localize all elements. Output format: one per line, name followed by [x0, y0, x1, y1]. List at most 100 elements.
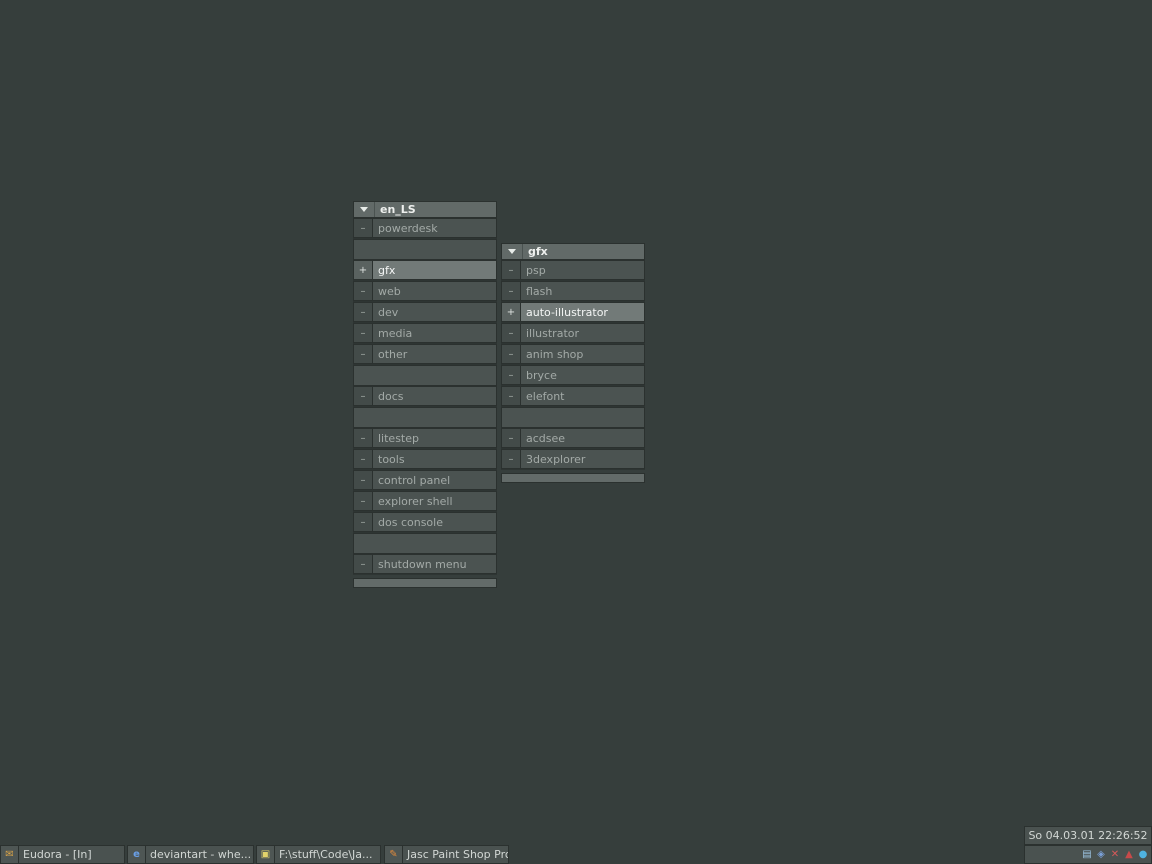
submenu-title-bar[interactable]: gfx	[501, 243, 645, 260]
menu-item-elefont[interactable]: – elefont	[501, 386, 645, 407]
menu-items: – powerdesk + gfx – web – dev – media – other – docs –…	[353, 218, 497, 575]
task-button-paint-shop-pro[interactable]: ✎ Jasc Paint Shop Pro	[384, 845, 509, 864]
menu-item-label: other	[373, 344, 497, 364]
menu-item-label: anim shop	[521, 344, 645, 364]
item-dash-icon: –	[353, 554, 373, 574]
menu-item-label: auto-illustrator	[521, 302, 645, 322]
menu-item-control-panel[interactable]: – control panel	[353, 470, 497, 491]
item-dash-icon: –	[353, 386, 373, 406]
menu-separator	[353, 365, 497, 386]
submenu-plus-icon: +	[501, 302, 521, 322]
menu-item-label: psp	[521, 260, 645, 280]
task-label: F:\stuff\Code\Ja...	[275, 845, 381, 864]
menu-item-label: acdsee	[521, 428, 645, 448]
menu-item-flash[interactable]: – flash	[501, 281, 645, 302]
menu-item-dos-console[interactable]: – dos console	[353, 512, 497, 533]
menu-item-shutdown-menu[interactable]: – shutdown menu	[353, 554, 497, 575]
menu-item-label: 3dexplorer	[521, 449, 645, 469]
menu-item-label: flash	[521, 281, 645, 301]
item-dash-icon: –	[353, 344, 373, 364]
menu-collapse-icon[interactable]	[502, 244, 523, 259]
item-dash-icon: –	[501, 260, 521, 280]
menu-item-label: illustrator	[521, 323, 645, 343]
menu-item-label: docs	[373, 386, 497, 406]
task-button-eudora[interactable]: ✉ Eudora - [In]	[0, 845, 125, 864]
menu-item-dev[interactable]: – dev	[353, 302, 497, 323]
menu-item-other[interactable]: – other	[353, 344, 497, 365]
menu-item-label: powerdesk	[373, 218, 497, 238]
menu-item-label: control panel	[373, 470, 497, 490]
menu-item-label: media	[373, 323, 497, 343]
menu-item-litestep[interactable]: – litestep	[353, 428, 497, 449]
menu-item-label: bryce	[521, 365, 645, 385]
menu-footer	[353, 578, 497, 588]
popup-menu-main: en_LS – powerdesk + gfx – web – dev – media – other…	[353, 201, 497, 588]
item-dash-icon: –	[501, 344, 521, 364]
menu-item-label: web	[373, 281, 497, 301]
menu-item-anim-shop[interactable]: – anim shop	[501, 344, 645, 365]
menu-separator	[501, 407, 645, 428]
volume-tray-icon[interactable]: ◈	[1095, 849, 1107, 861]
antivirus-tray-icon[interactable]: ▲	[1123, 849, 1135, 861]
menu-separator	[353, 239, 497, 260]
menu-item-tools[interactable]: – tools	[353, 449, 497, 470]
item-dash-icon: –	[353, 449, 373, 469]
menu-item-label: dos console	[373, 512, 497, 532]
item-dash-icon: –	[501, 386, 521, 406]
internet-explorer-icon: e	[127, 845, 146, 864]
menu-item-label: dev	[373, 302, 497, 322]
folder-icon: ▣	[256, 845, 275, 864]
menu-separator	[353, 533, 497, 554]
item-dash-icon: –	[501, 428, 521, 448]
submenu-title: gfx	[528, 245, 548, 258]
item-dash-icon: –	[353, 281, 373, 301]
menu-title: en_LS	[380, 203, 416, 216]
task-label: Jasc Paint Shop Pro	[403, 845, 509, 864]
task-label: Eudora - [In]	[19, 845, 125, 864]
item-dash-icon: –	[501, 281, 521, 301]
desktop: en_LS – powerdesk + gfx – web – dev – media – other…	[0, 0, 1152, 864]
menu-item-label: gfx	[373, 260, 497, 280]
system-tray: ▤ ◈ ✕ ▲ ●	[1024, 845, 1152, 864]
eudora-icon: ✉	[0, 845, 19, 864]
item-dash-icon: –	[353, 470, 373, 490]
menu-item-label: explorer shell	[373, 491, 497, 511]
menu-item-label: shutdown menu	[373, 554, 497, 574]
paint-shop-pro-icon: ✎	[384, 845, 403, 864]
submenu-plus-icon: +	[353, 260, 373, 280]
globe-tray-icon[interactable]: ●	[1137, 849, 1149, 861]
item-dash-icon: –	[353, 491, 373, 511]
menu-item-bryce[interactable]: – bryce	[501, 365, 645, 386]
menu-item-psp[interactable]: – psp	[501, 260, 645, 281]
menu-item-explorer-shell[interactable]: – explorer shell	[353, 491, 497, 512]
menu-item-label: litestep	[373, 428, 497, 448]
task-button-explorer[interactable]: ▣ F:\stuff\Code\Ja...	[256, 845, 381, 864]
menu-item-docs[interactable]: – docs	[353, 386, 497, 407]
tools-tray-icon[interactable]: ✕	[1109, 849, 1121, 861]
menu-item-illustrator[interactable]: – illustrator	[501, 323, 645, 344]
item-dash-icon: –	[353, 428, 373, 448]
menu-item-label: tools	[373, 449, 497, 469]
popup-menu-gfx: gfx – psp – flash + auto-illustrator – illustra…	[501, 243, 645, 483]
item-dash-icon: –	[501, 365, 521, 385]
task-button-deviantart[interactable]: e deviantart - whe...	[127, 845, 254, 864]
menu-item-powerdesk[interactable]: – powerdesk	[353, 218, 497, 239]
menu-item-acdsee[interactable]: – acdsee	[501, 428, 645, 449]
item-dash-icon: –	[501, 323, 521, 343]
submenu-footer	[501, 473, 645, 483]
item-dash-icon: –	[353, 218, 373, 238]
item-dash-icon: –	[501, 449, 521, 469]
network-tray-icon[interactable]: ▤	[1081, 849, 1093, 861]
menu-collapse-icon[interactable]	[354, 202, 375, 217]
menu-item-3dexplorer[interactable]: –3dexplorer	[501, 449, 645, 470]
menu-item-gfx[interactable]: + gfx	[353, 260, 497, 281]
menu-item-web[interactable]: – web	[353, 281, 497, 302]
menu-item-label: elefont	[521, 386, 645, 406]
item-dash-icon: –	[353, 323, 373, 343]
menu-title-bar[interactable]: en_LS	[353, 201, 497, 218]
menu-item-auto-illustrator[interactable]: + auto-illustrator	[501, 302, 645, 323]
clock[interactable]: So 04.03.01 22:26:52	[1024, 826, 1152, 845]
task-label: deviantart - whe...	[146, 845, 254, 864]
menu-item-media[interactable]: – media	[353, 323, 497, 344]
submenu-items: – psp – flash + auto-illustrator – illustrator –…	[501, 260, 645, 470]
